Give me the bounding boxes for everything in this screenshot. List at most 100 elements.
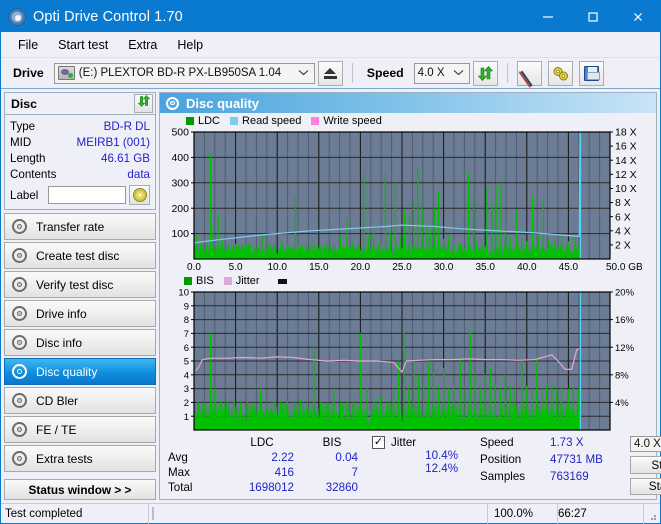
disc-icon — [12, 422, 27, 437]
minimize-button[interactable] — [525, 1, 570, 32]
disc-icon — [12, 451, 27, 466]
svg-text:7: 7 — [184, 329, 189, 340]
disc-row-type: Type BD-R DL — [10, 118, 150, 134]
drive-select[interactable]: (E:) PLEXTOR BD-R PX-LB950SA 1.04 — [53, 62, 315, 84]
app-icon — [8, 7, 26, 26]
scrollbar-marker[interactable] — [277, 278, 287, 284]
sidebar-item-label: Drive info — [36, 306, 87, 321]
eject-icon — [323, 67, 337, 79]
jitter-avg: 10.4% — [425, 449, 458, 462]
legend-label: LDC — [198, 115, 221, 127]
sidebar-item-label: FE / TE — [36, 422, 77, 437]
menu-start-test[interactable]: Start test — [49, 35, 117, 55]
progress-cell — [149, 503, 488, 524]
sidebar-item-label: Transfer rate — [36, 219, 105, 234]
disc-row-length: Length 46.61 GB — [10, 150, 150, 166]
speed-select[interactable]: 4.0 X — [413, 62, 470, 84]
sidebar-item-verify-test-disc[interactable]: Verify test disc — [4, 271, 156, 298]
sidebar-item-transfer-rate[interactable]: Transfer rate — [4, 213, 156, 240]
svg-text:2: 2 — [184, 398, 189, 409]
svg-text:30.0: 30.0 — [434, 262, 454, 273]
chevron-down-icon — [296, 68, 312, 78]
menu-extra[interactable]: Extra — [119, 35, 166, 55]
main-panel: Disc quality LDC Read speed Write speed … — [159, 92, 661, 500]
svg-text:12%: 12% — [615, 343, 635, 354]
status-bar: Test completed 100.0% 66:27 — [1, 503, 660, 524]
stats-avg-bis: 0.04 — [335, 451, 358, 464]
stats-corner — [168, 436, 224, 449]
legend-item-bis: BIS — [184, 275, 214, 287]
jitter-checkbox[interactable]: ✓ — [372, 436, 385, 449]
disc-label-apply-button[interactable] — [129, 185, 150, 205]
svg-text:40.0: 40.0 — [517, 262, 537, 273]
sidebar-item-create-test-disc[interactable]: Create test disc — [4, 242, 156, 269]
sidebar-item-label: Extra tests — [36, 451, 93, 466]
test-speed-value: 4.0 X — [634, 438, 661, 451]
stats-total-bis: 32860 — [325, 481, 358, 494]
svg-text:15.0: 15.0 — [309, 262, 329, 273]
stats-max-bis: 7 — [351, 466, 358, 479]
svg-text:20%: 20% — [615, 288, 635, 299]
sidebar-item-extra-tests[interactable]: Extra tests — [4, 445, 156, 472]
disc-icon — [12, 219, 27, 234]
tools-button[interactable] — [547, 60, 573, 86]
sidebar-item-drive-info[interactable]: Drive info — [4, 300, 156, 327]
sidebar-nav: Transfer rate Create test disc Verify te… — [4, 213, 156, 472]
start-part-button[interactable]: Start part — [630, 477, 661, 495]
legend-swatch-write-speed — [311, 117, 320, 125]
erase-button[interactable] — [516, 60, 542, 88]
menu-file[interactable]: File — [9, 35, 47, 55]
speed-select-value: 4.0 X — [417, 67, 445, 79]
drive-select-value: (E:) PLEXTOR BD-R PX-LB950SA 1.04 — [78, 67, 282, 79]
ldc-chart-legend: LDC Read speed Write speed — [162, 114, 654, 128]
charts-area: LDC Read speed Write speed 100 200 300 400 5… — [160, 113, 656, 432]
test-speed-select[interactable]: 4.0 X — [630, 436, 661, 453]
svg-text:400: 400 — [171, 152, 189, 164]
disc-panel-title: Disc — [11, 96, 37, 111]
disc-icon — [166, 96, 179, 110]
sidebar: Disc Type BD-R DL MID MEIRB1 (001) Lengt… — [4, 92, 156, 500]
close-button[interactable] — [615, 1, 660, 32]
sidebar-item-fe-te[interactable]: FE / TE — [4, 416, 156, 443]
svg-text:10 X: 10 X — [615, 183, 637, 195]
cd-icon — [132, 188, 147, 202]
stats-total-ldc: 1698012 — [248, 481, 294, 494]
status-text: Test completed — [1, 503, 149, 524]
disc-label-key: Label — [10, 188, 39, 202]
svg-text:4%: 4% — [615, 398, 629, 409]
speed-key: Speed — [480, 436, 514, 449]
refresh-button[interactable] — [472, 60, 498, 86]
test-info-block: Speed Position Samples 1.73 X 47731 MB 7… — [480, 436, 661, 495]
legend-label: BIS — [196, 275, 214, 287]
menu-help[interactable]: Help — [168, 35, 212, 55]
disc-icon — [12, 335, 27, 350]
disc-label-input[interactable] — [48, 186, 126, 204]
maximize-button[interactable] — [570, 1, 615, 32]
start-full-button[interactable]: Start full — [630, 456, 661, 474]
svg-text:14 X: 14 X — [615, 155, 637, 167]
disc-icon — [12, 306, 27, 321]
test-info-values: 1.73 X 47731 MB 763169 — [550, 436, 624, 495]
body: Disc Type BD-R DL MID MEIRB1 (001) Lengt… — [1, 89, 661, 503]
resize-grip[interactable] — [644, 504, 660, 524]
sidebar-item-cd-bler[interactable]: CD Bler — [4, 387, 156, 414]
gears-icon — [552, 65, 569, 82]
svg-text:16%: 16% — [615, 315, 635, 326]
disc-label-row: Label — [10, 185, 150, 205]
sidebar-item-disc-quality[interactable]: Disc quality — [4, 358, 156, 385]
elapsed-time: 66:27 — [558, 503, 644, 524]
svg-text:16 X: 16 X — [615, 141, 637, 153]
progress-percent: 100.0% — [488, 503, 558, 524]
svg-text:8: 8 — [184, 315, 189, 326]
bis-jitter-chart: 1 2 3 4 5 6 7 8 9 10 4% 8% 12% 16% 20% — [162, 288, 654, 432]
disc-refresh-button[interactable] — [134, 94, 153, 113]
disc-icon — [12, 393, 27, 408]
svg-text:1: 1 — [184, 412, 189, 423]
disc-row-key: Length — [10, 151, 46, 165]
sidebar-item-disc-info[interactable]: Disc info — [4, 329, 156, 356]
status-window-button[interactable]: Status window > > — [4, 479, 156, 500]
eject-button[interactable] — [317, 60, 343, 86]
samples-value: 763169 — [550, 470, 589, 483]
save-button[interactable] — [578, 60, 604, 86]
